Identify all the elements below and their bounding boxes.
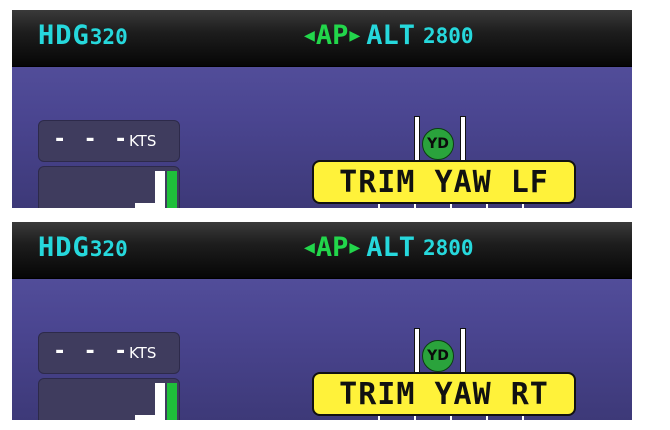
airspeed-tape — [38, 378, 180, 420]
airspeed-unit: KTS — [129, 132, 157, 150]
slip-skid-scale — [368, 204, 544, 208]
heading-value: 320 — [89, 237, 128, 261]
autopilot-annunciator-group: ◀AP▶ ALT 2800 — [304, 232, 474, 263]
altitude-label: ALT — [366, 20, 415, 51]
trim-yaw-alert: TRIM YAW RT — [312, 372, 576, 416]
pfd-panel-trim-yaw-left: HDG320 ◀AP▶ ALT 2800 - - - KTS YD TRIM YAW… — [12, 10, 632, 208]
autopilot-status-bar: HDG320 ◀AP▶ ALT 2800 — [12, 222, 632, 279]
airspeed-tape — [38, 166, 180, 208]
altitude-value: 2800 — [422, 235, 474, 260]
slip-skid-scale — [368, 416, 544, 420]
autopilot-label: AP — [315, 20, 349, 51]
airspeed-value: - - - — [53, 339, 130, 364]
heading-label: HDG — [38, 232, 90, 263]
scale-tick — [486, 204, 488, 208]
heading-annunciator: HDG320 — [38, 232, 128, 263]
scale-tick — [486, 416, 488, 420]
scale-tick — [522, 416, 524, 420]
airspeed-tape-white-band — [155, 171, 165, 208]
autopilot-status-bar: HDG320 ◀AP▶ ALT 2800 — [12, 10, 632, 67]
scale-tick — [378, 416, 380, 420]
airspeed-tape-pointer — [135, 203, 155, 208]
autopilot-right-arrow-icon: ▶ — [349, 237, 361, 258]
altitude-value: 2800 — [422, 23, 474, 48]
airspeed-tape-green-band — [167, 171, 177, 208]
yaw-damper-icon: YD — [422, 340, 454, 372]
autopilot-annunciator-group: ◀AP▶ ALT 2800 — [304, 20, 474, 51]
autopilot-left-arrow-icon: ◀ — [304, 25, 315, 46]
yaw-damper-icon: YD — [422, 128, 454, 160]
autopilot-label: AP — [315, 232, 349, 263]
scale-tick — [522, 204, 524, 208]
autopilot-right-arrow-icon: ▶ — [349, 25, 361, 46]
scale-tick — [450, 204, 452, 208]
altitude-label: ALT — [366, 232, 415, 263]
scale-tick — [414, 204, 416, 208]
scale-tick — [414, 416, 416, 420]
scale-tick — [378, 204, 380, 208]
airspeed-value: - - - — [53, 127, 130, 152]
yaw-damper-label: YD — [427, 136, 449, 152]
scale-tick — [450, 416, 452, 420]
airspeed-unit: KTS — [129, 344, 157, 362]
autopilot-left-arrow-icon: ◀ — [304, 237, 315, 258]
airspeed-tape-pointer — [135, 415, 155, 420]
heading-value: 320 — [89, 25, 128, 49]
trim-yaw-alert: TRIM YAW LF — [312, 160, 576, 204]
airspeed-tape-green-band — [167, 383, 177, 420]
airspeed-tape-white-band — [155, 383, 165, 420]
heading-label: HDG — [38, 20, 90, 51]
heading-annunciator: HDG320 — [38, 20, 128, 51]
airspeed-readout: - - - KTS — [38, 120, 180, 162]
yaw-damper-label: YD — [427, 348, 449, 364]
pfd-panel-trim-yaw-right: HDG320 ◀AP▶ ALT 2800 - - - KTS YD TRIM YAW… — [12, 222, 632, 420]
airspeed-readout: - - - KTS — [38, 332, 180, 374]
screenshot-page: HDG320 ◀AP▶ ALT 2800 - - - KTS YD TRIM YAW… — [0, 0, 670, 430]
